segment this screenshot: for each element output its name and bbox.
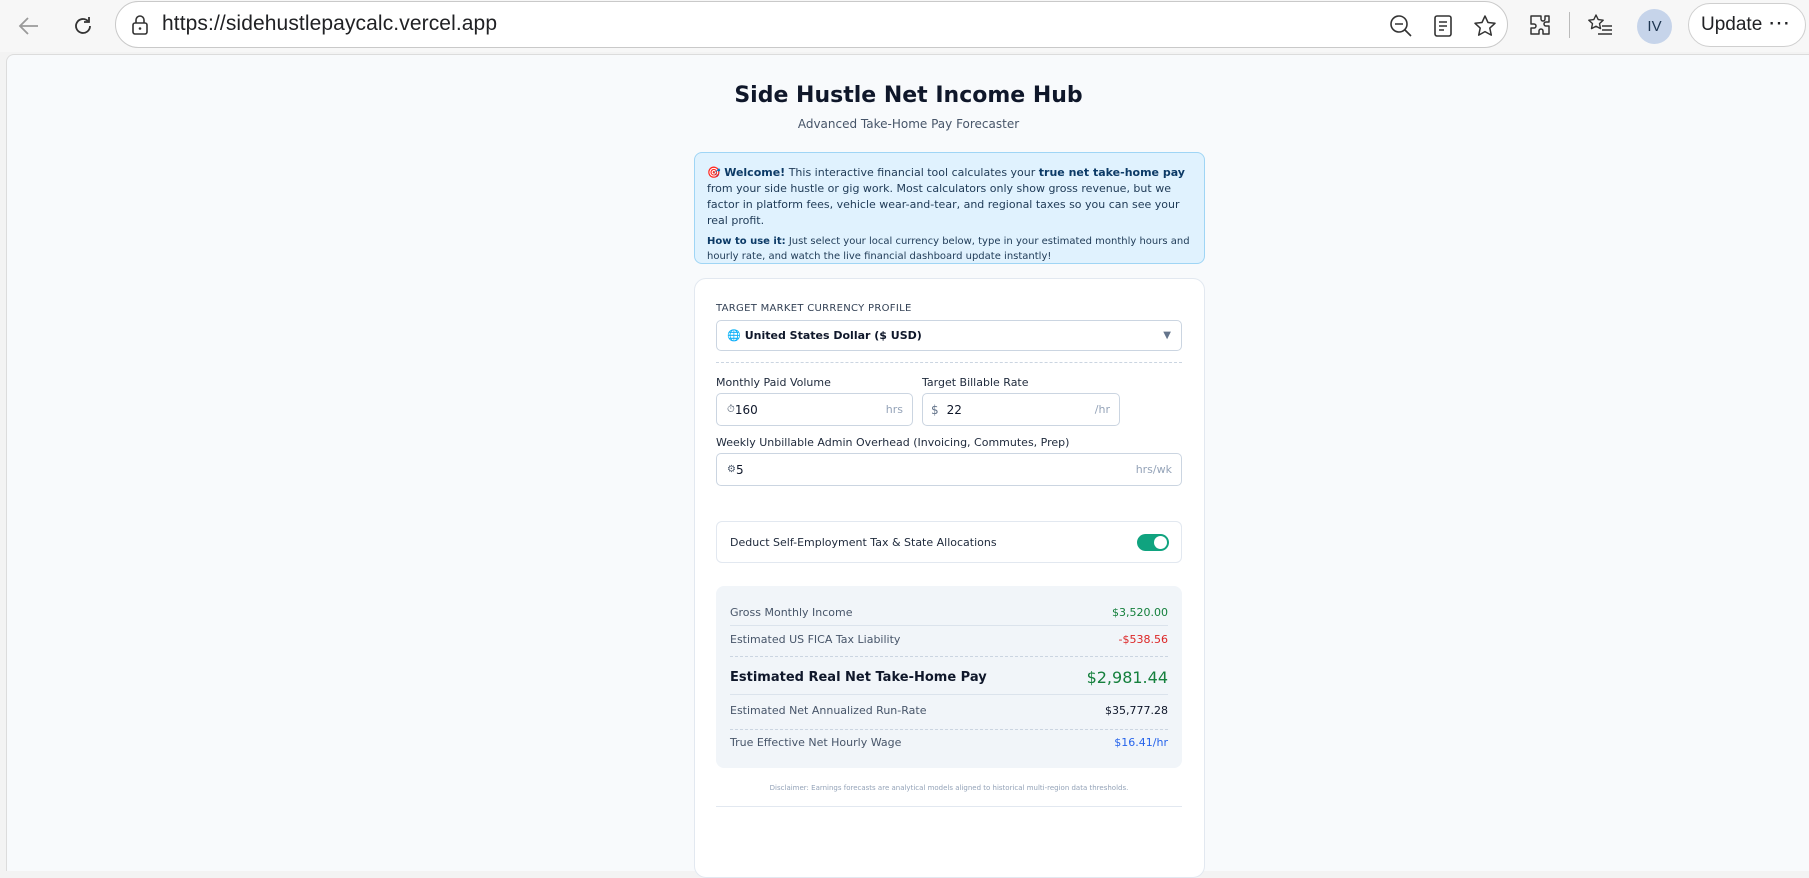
- profile-avatar[interactable]: IV: [1637, 9, 1672, 44]
- toggle-knob: [1154, 536, 1167, 549]
- chevron-down-icon: ▼: [1163, 330, 1171, 341]
- gross-value: $3,520.00: [1112, 606, 1168, 619]
- welcome-bold: true net take-home pay: [1038, 166, 1185, 179]
- net-value: $2,981.44: [1086, 668, 1168, 687]
- volume-label: Monthly Paid Volume: [716, 376, 831, 389]
- overhead-suffix: hrs/wk: [1135, 463, 1172, 476]
- tax-deduction-row: Deduct Self-Employment Tax & State Alloc…: [716, 521, 1182, 563]
- volume-value: 160: [734, 402, 758, 417]
- volume-input[interactable]: ⏱ 160 hrs: [716, 393, 913, 426]
- net-row: Estimated Real Net Take-Home Pay $2,981.…: [730, 668, 1168, 687]
- hourly-label: True Effective Net Hourly Wage: [730, 736, 902, 749]
- gear-icon: ⚙: [727, 464, 736, 475]
- section-divider: [716, 362, 1182, 363]
- gross-row: Gross Monthly Income $3,520.00: [730, 606, 1168, 619]
- dollar-prefix: $: [931, 402, 939, 417]
- toolbar-divider: [1569, 12, 1570, 38]
- footer-divider: [716, 806, 1182, 807]
- rate-suffix: /hr: [1094, 403, 1110, 416]
- welcome-heading: Welcome!: [724, 166, 786, 179]
- overhead-input[interactable]: ⚙ 5 hrs/wk: [716, 453, 1182, 486]
- calculator-card: TARGET MARKET CURRENCY PROFILE 🌐 United …: [694, 278, 1205, 878]
- welcome-paragraph: 🎯 Welcome! This interactive financial to…: [707, 165, 1192, 229]
- back-button[interactable]: [11, 8, 47, 44]
- target-icon: 🎯: [707, 166, 721, 179]
- tax-toggle-label: Deduct Self-Employment Tax & State Alloc…: [730, 535, 997, 549]
- net-label: Estimated Real Net Take-Home Pay: [730, 670, 987, 685]
- gross-label: Gross Monthly Income: [730, 606, 853, 619]
- reader-mode-icon[interactable]: [1428, 11, 1458, 41]
- annual-value: $35,777.28: [1105, 704, 1168, 717]
- reload-icon: [75, 17, 91, 34]
- overhead-value: 5: [735, 462, 744, 477]
- howto-paragraph: How to use it: Just select your local cu…: [707, 234, 1192, 264]
- favorites-list-icon[interactable]: [1584, 9, 1616, 41]
- tax-toggle-switch[interactable]: [1137, 534, 1169, 551]
- address-bar[interactable]: https://sidehustlepaycalc.vercel.app: [115, 1, 1508, 48]
- fica-value: -$538.56: [1118, 633, 1168, 646]
- favorite-star-icon[interactable]: [1470, 11, 1500, 41]
- reload-button[interactable]: [65, 8, 101, 44]
- hourly-value: $16.41/hr: [1114, 736, 1168, 749]
- welcome-text-1: This interactive financial tool calculat…: [785, 166, 1039, 179]
- results-panel: Gross Monthly Income $3,520.00 Estimated…: [716, 586, 1182, 768]
- overhead-label: Weekly Unbillable Admin Overhead (Invoic…: [716, 436, 1070, 449]
- more-options-icon[interactable]: ⋯: [1768, 10, 1791, 36]
- page-subtitle: Advanced Take-Home Pay Forecaster: [797, 117, 1020, 131]
- row-divider-dashed: [730, 656, 1168, 657]
- annual-row: Estimated Net Annualized Run-Rate $35,77…: [730, 704, 1168, 717]
- lock-icon: [130, 14, 150, 40]
- update-button[interactable]: Update ⋯: [1688, 3, 1806, 47]
- currency-label: TARGET MARKET CURRENCY PROFILE: [716, 303, 912, 314]
- rate-value: 22: [946, 402, 962, 417]
- currency-value: United States Dollar ($ USD): [744, 329, 922, 342]
- volume-suffix: hrs: [885, 403, 903, 416]
- row-divider-dashed: [730, 729, 1168, 730]
- update-label: Update: [1701, 14, 1763, 35]
- welcome-banner: 🎯 Welcome! This interactive financial to…: [694, 152, 1205, 264]
- disclaimer-text: Disclaimer: Earnings forecasts are analy…: [769, 784, 1129, 792]
- back-arrow-icon: [18, 17, 38, 35]
- welcome-text-2: from your side hustle or gig work. Most …: [707, 182, 1180, 227]
- globe-icon: 🌐: [727, 329, 741, 342]
- fica-row: Estimated US FICA Tax Liability -$538.56: [730, 633, 1168, 646]
- browser-toolbar: https://sidehustlepaycalc.vercel.app IV …: [0, 0, 1809, 52]
- row-divider: [730, 625, 1168, 626]
- page-title: Side Hustle Net Income Hub: [734, 83, 1083, 108]
- rate-label: Target Billable Rate: [922, 376, 1029, 389]
- hourly-row: True Effective Net Hourly Wage $16.41/hr: [730, 736, 1168, 749]
- rate-input[interactable]: $ 22 /hr: [922, 393, 1120, 426]
- row-divider: [730, 694, 1168, 695]
- zoom-out-icon[interactable]: [1386, 11, 1416, 41]
- extensions-icon[interactable]: [1524, 9, 1556, 41]
- page-viewport: Side Hustle Net Income Hub Advanced Take…: [6, 54, 1809, 878]
- stopwatch-icon: ⏱: [727, 404, 735, 415]
- currency-select[interactable]: 🌐 United States Dollar ($ USD) ▼: [716, 320, 1182, 351]
- annual-label: Estimated Net Annualized Run-Rate: [730, 704, 927, 717]
- howto-heading: How to use it:: [707, 236, 786, 247]
- url-text[interactable]: https://sidehustlepaycalc.vercel.app: [162, 12, 497, 36]
- fica-label: Estimated US FICA Tax Liability: [730, 633, 901, 646]
